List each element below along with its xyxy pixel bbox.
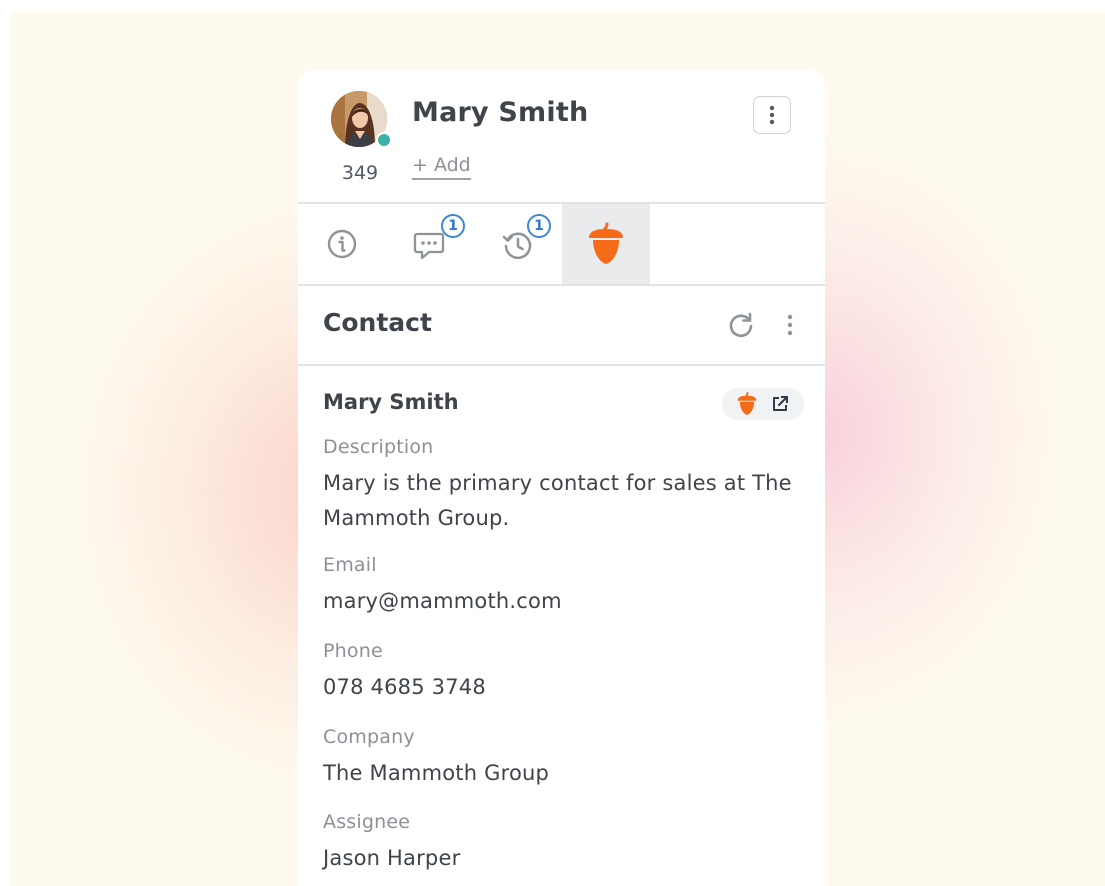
tab-info[interactable]	[298, 204, 386, 284]
field-label: Company	[323, 726, 415, 748]
page-title: Mary Smith	[412, 97, 589, 128]
acorn-icon	[737, 392, 757, 415]
presence-indicator	[376, 132, 392, 148]
conversations-count-badge: 1	[441, 214, 465, 238]
field-label: Phone	[323, 640, 383, 662]
conversation-header: 349 Mary Smith + Add	[298, 70, 825, 204]
field-value: Mary is the primary contact for sales at…	[323, 471, 792, 530]
info-icon	[327, 229, 357, 259]
chat-icon	[413, 232, 445, 260]
acorn-icon	[589, 222, 623, 264]
history-count-badge: 1	[527, 214, 551, 238]
field-assignee: Assignee Jason Harper	[323, 811, 793, 876]
kebab-icon	[769, 105, 775, 125]
field-value: mary@mammoth.com	[323, 589, 562, 613]
refresh-icon	[729, 312, 753, 338]
field-label: Assignee	[323, 811, 411, 833]
tab-integration-app[interactable]	[562, 204, 650, 284]
kebab-icon	[787, 314, 793, 336]
external-link-icon	[773, 396, 788, 411]
field-description: Description Mary is the primary contact …	[323, 436, 793, 536]
field-value: Jason Harper	[323, 846, 461, 870]
section-title: Contact	[323, 308, 432, 337]
open-record-button[interactable]	[722, 388, 804, 420]
field-value: The Mammoth Group	[323, 761, 550, 785]
field-company: Company The Mammoth Group	[323, 726, 793, 791]
add-tag-button[interactable]: + Add	[412, 154, 471, 180]
field-phone: Phone 078 4685 3748	[323, 640, 793, 705]
sidebar-tabs: 1 1	[298, 204, 825, 286]
refresh-button[interactable]	[726, 310, 756, 340]
record-name: Mary Smith	[323, 390, 459, 414]
tab-conversations[interactable]: 1	[386, 204, 474, 284]
section-more-options-button[interactable]	[776, 310, 804, 340]
more-options-button[interactable]	[753, 96, 791, 134]
field-value: 078 4685 3748	[323, 675, 486, 699]
contact-sidebar-panel: 349 Mary Smith + Add 1 1 Contact Mary Sm…	[298, 70, 825, 886]
tab-history[interactable]: 1	[474, 204, 562, 284]
contact-count: 349	[341, 162, 379, 184]
field-email: Email mary@mammoth.com	[323, 554, 793, 619]
field-label: Email	[323, 554, 377, 576]
contact-section-header: Contact	[298, 286, 825, 366]
field-label: Description	[323, 436, 434, 458]
